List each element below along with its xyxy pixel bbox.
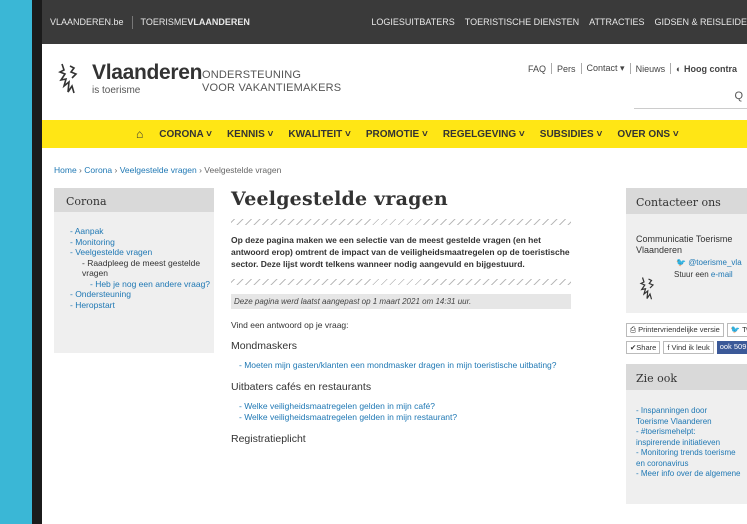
flemish-lion-logo-icon[interactable]: [56, 60, 80, 96]
wave-divider: [231, 279, 571, 285]
section-cafes-restaurants: Uitbaters cafés en restaurants: [231, 381, 372, 393]
see-also-inspanningen[interactable]: - Inspanningen door Toerisme Vlaanderen: [636, 406, 741, 427]
sidebar-item-aanpak[interactable]: - Aanpak: [70, 226, 214, 237]
topbar-link-attracties[interactable]: ATTRACTIES: [589, 17, 644, 27]
see-also-title: Zie ook: [626, 364, 747, 390]
section-mondmaskers: Mondmaskers: [231, 340, 297, 352]
utility-nav: FAQ Pers Contact ▾ Nieuws ◐ Hoog contra: [528, 63, 737, 74]
like-button[interactable]: f Vind ik leuk: [663, 341, 714, 354]
see-also-monitoring[interactable]: - Monitoring trends toerisme en coronavi…: [636, 448, 741, 469]
sidebar-item-andere-vraag[interactable]: - Heb je nog een andere vraag?: [70, 279, 214, 290]
sidebar-item-veelgestelde[interactable]: - Veelgestelde vragen: [70, 247, 214, 258]
util-faq[interactable]: FAQ: [528, 64, 546, 74]
sidebar-title: Corona: [54, 188, 214, 212]
email-line: Stuur een e-mail: [674, 270, 733, 279]
flemish-lion-small-icon: [639, 277, 655, 300]
last-updated: Deze pagina werd laatst aangepast op 1 m…: [231, 294, 571, 309]
contact-box: Contacteer ons Communicatie Toerisme Vla…: [626, 188, 747, 313]
page-title: Veelgestelde vragen: [231, 188, 448, 210]
divider: [670, 63, 672, 74]
breadcrumb-veelgestelde[interactable]: Veelgestelde vragen: [120, 165, 197, 175]
intro-text: Op deze pagina maken we een selectie van…: [231, 235, 570, 269]
wave-divider: [231, 219, 571, 225]
brand-logo[interactable]: Vlaanderen is toerisme: [92, 61, 203, 96]
nav-promotie[interactable]: PROMOTIE ˅: [366, 129, 428, 140]
breadcrumb-current: Veelgestelde vragen: [204, 165, 282, 175]
tagline-line-1: ONDERSTEUNING: [202, 69, 302, 81]
main-content: Veelgestelde vragen Op deze pagina maken…: [231, 188, 571, 445]
home-icon[interactable]: ⌂: [136, 127, 143, 141]
faq-link-restaurant[interactable]: - Welke veiligheidsmaatregelen gelden in…: [239, 412, 571, 423]
section-links: - Moeten mijn gasten/klanten een mondmas…: [231, 360, 571, 371]
main-nav: ⌂ CORONA ˅ KENNIS ˅ KWALITEIT ˅ PROMOTIE…: [42, 120, 747, 148]
nav-regelgeving[interactable]: REGELGEVING ˅: [443, 129, 525, 140]
nav-subsidies[interactable]: SUBSIDIES ˅: [540, 129, 603, 140]
topbar-vlaanderen-link[interactable]: VLAANDEREN.be: [50, 17, 124, 27]
faq-link-cafe[interactable]: - Welke veiligheidsmaatregelen gelden in…: [239, 401, 571, 412]
util-nieuws[interactable]: Nieuws: [636, 64, 666, 74]
top-bar: VLAANDEREN.be TOERISMEVLAANDEREN LOGIESU…: [42, 0, 747, 44]
topbar-link-toeristische-diensten[interactable]: TOERISTISCHE DIENSTEN: [465, 17, 579, 27]
contact-org: Communicatie Toerisme Vlaanderen: [636, 234, 733, 255]
share-button[interactable]: ✔Share: [626, 341, 661, 354]
util-high-contrast[interactable]: ◐ Hoog contra: [676, 64, 737, 74]
nav-kennis[interactable]: KENNIS ˅: [227, 129, 273, 140]
brand-subtitle: is toerisme: [92, 85, 141, 96]
breadcrumb-sep: ›: [112, 165, 120, 175]
search-icon[interactable]: Q: [734, 90, 743, 102]
twitter-handle: @toerisme_vla: [688, 258, 742, 267]
webpage: VLAANDEREN.be TOERISMEVLAANDEREN LOGIESU…: [42, 0, 747, 524]
sidebar-item-monitoring[interactable]: - Monitoring: [70, 237, 214, 248]
mail-prefix: Stuur een: [674, 270, 711, 279]
email-link[interactable]: e-mail: [711, 270, 733, 279]
see-also-toerismehelpt[interactable]: - #toerismehelpt: inspirerende initiatie…: [636, 427, 741, 448]
see-also-box: Zie ook - Inspanningen door Toerisme Vla…: [626, 364, 747, 504]
sidebar-item-ondersteuning[interactable]: - Ondersteuning: [70, 289, 214, 300]
twitter-link[interactable]: 🐦 @toerisme_vla: [676, 258, 742, 267]
tweet-button[interactable]: 🐦 Tweeten: [726, 323, 747, 337]
divider: [629, 63, 631, 74]
right-sidebar: Contacteer ons Communicatie Toerisme Vla…: [626, 188, 747, 504]
breadcrumb-corona[interactable]: Corona: [84, 165, 112, 175]
brand-name: Vlaanderen: [92, 61, 203, 84]
tagline-line-2: VOOR VAKANTIEMAKERS: [202, 82, 342, 94]
site-header: Vlaanderen is toerisme ONDERSTEUNING VOO…: [42, 44, 747, 120]
left-sidebar: Corona - Aanpak - Monitoring - Veelgeste…: [54, 188, 214, 353]
sidebar-item-heropstart[interactable]: - Heropstart: [70, 300, 214, 311]
toerisme-bold: VLAANDEREN: [187, 17, 250, 27]
see-also-meer-info[interactable]: - Meer info over de algemene: [636, 469, 741, 480]
topbar-toerisme-link[interactable]: TOERISMEVLAANDEREN: [141, 17, 250, 27]
contact-title: Contacteer ons: [626, 188, 747, 214]
section-links: - Welke veiligheidsmaatregelen gelden in…: [231, 401, 571, 423]
divider: [551, 63, 553, 74]
share-buttons: ⎙ Printervriendelijke versie 🐦 Tweeten ✔…: [626, 323, 747, 354]
util-contact[interactable]: Contact ▾: [587, 63, 625, 74]
nav-over-ons[interactable]: OVER ONS ˅: [617, 129, 678, 140]
print-button[interactable]: ⎙ Printervriendelijke versie: [626, 323, 724, 337]
breadcrumb: Home › Corona › Veelgestelde vragen › Ve…: [54, 165, 281, 175]
search-input[interactable]: Q: [634, 88, 747, 109]
nav-corona[interactable]: CORONA ˅: [159, 129, 212, 140]
divider: [580, 63, 582, 74]
topbar-link-logiesuitbaters[interactable]: LOGIESUITBATERS: [371, 17, 454, 27]
like-count: ook 509: [716, 341, 747, 354]
find-answer-text: Vind een antwoord op je vraag:: [231, 320, 349, 330]
nav-kwaliteit[interactable]: KWALITEIT ˅: [288, 129, 351, 140]
sidebar-item-raadpleeg[interactable]: - Raadpleeg de meest gestelde vragen: [70, 258, 214, 279]
util-pers[interactable]: Pers: [557, 64, 576, 74]
divider: [131, 15, 133, 29]
tagline: ONDERSTEUNING VOOR VAKANTIEMAKERS: [202, 69, 341, 95]
toerisme-prefix: TOERISME: [140, 17, 188, 27]
faq-link-mondmasker[interactable]: - Moeten mijn gasten/klanten een mondmas…: [239, 360, 571, 371]
browser-frame: VLAANDEREN.be TOERISMEVLAANDEREN LOGIESU…: [32, 0, 747, 524]
breadcrumb-home[interactable]: Home: [54, 165, 77, 175]
topbar-link-gidsen[interactable]: GIDSEN & REISLEIDE: [654, 17, 747, 27]
section-registratieplicht: Registratieplicht: [231, 433, 306, 445]
